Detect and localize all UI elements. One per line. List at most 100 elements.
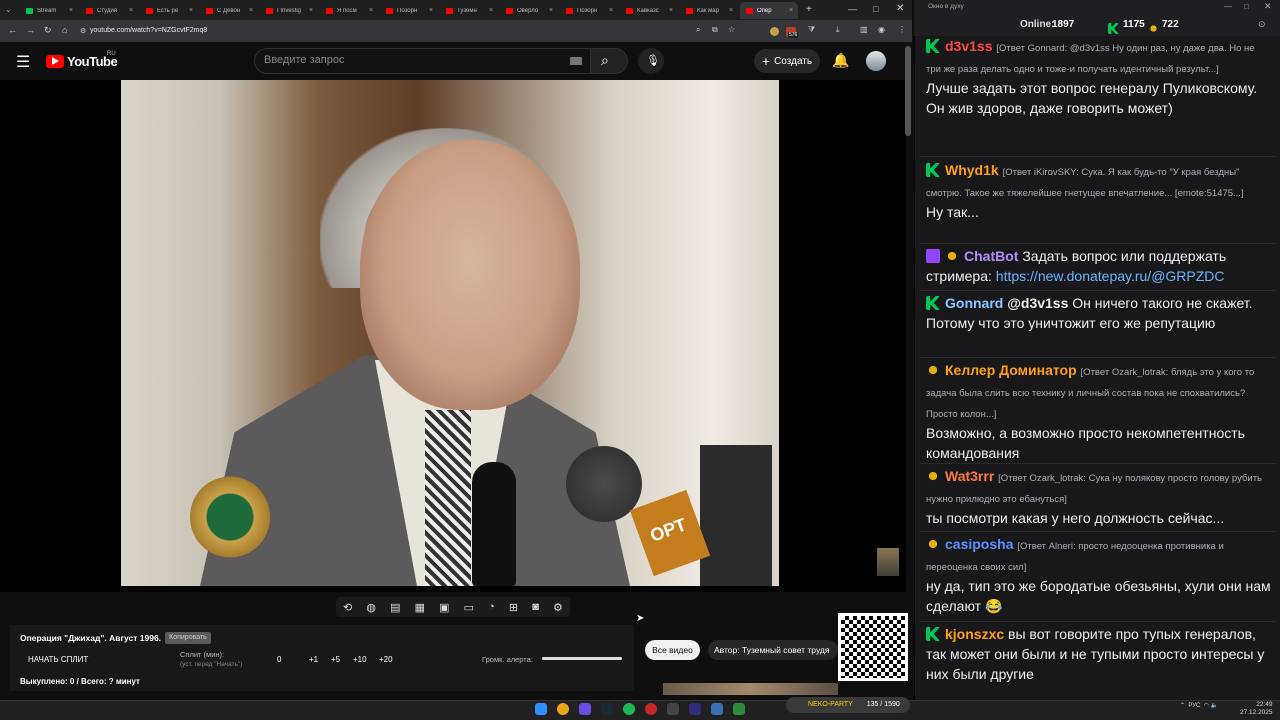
notifications-bell-icon[interactable]: 🔔: [832, 52, 849, 69]
tab-close-icon[interactable]: ×: [609, 7, 613, 14]
chat-username[interactable]: Gonnard: [945, 295, 1003, 311]
add-icon[interactable]: ⊞: [509, 601, 518, 614]
film-icon[interactable]: ▦: [415, 601, 425, 614]
related-thumbnail[interactable]: [663, 683, 838, 695]
create-button[interactable]: + Создать: [754, 49, 820, 73]
site-info-icon[interactable]: ⚙: [80, 27, 86, 35]
split-option-button[interactable]: +5: [331, 655, 340, 664]
tab-close-icon[interactable]: ×: [309, 7, 313, 14]
browser-tab[interactable]: Опер ×: [740, 2, 798, 19]
split-option-button[interactable]: +1: [309, 655, 318, 664]
chat-close-button[interactable]: ✕: [1264, 1, 1272, 12]
tab-close-icon[interactable]: ×: [489, 7, 493, 14]
download-icon[interactable]: ⤓: [836, 25, 840, 35]
browser-tab[interactable]: Туземн ×: [440, 2, 498, 19]
tab-close-icon[interactable]: ×: [429, 7, 433, 14]
close-window-button[interactable]: ✕: [896, 3, 904, 14]
extension-icon[interactable]: [770, 27, 779, 36]
start-icon[interactable]: [535, 703, 547, 715]
chat-username[interactable]: ChatBot: [964, 248, 1018, 264]
steam-icon[interactable]: [601, 703, 613, 715]
search-button[interactable]: [590, 48, 628, 74]
app-icon[interactable]: [667, 703, 679, 715]
start-split-button[interactable]: НАЧАТЬ СПЛИТ: [28, 655, 88, 664]
loop-icon[interactable]: ⟲: [343, 601, 352, 614]
pip-icon[interactable]: ▣: [439, 601, 449, 614]
back-icon[interactable]: ←: [8, 25, 17, 35]
tab-close-icon[interactable]: ×: [189, 7, 193, 14]
split-option-button[interactable]: 0: [277, 655, 281, 664]
chat-maximize-button[interactable]: □: [1244, 2, 1249, 11]
tab-search-icon[interactable]: ⌄: [5, 5, 12, 14]
chat-settings-icon[interactable]: ⊙: [1258, 19, 1266, 30]
browser-tab[interactable]: Есть ре ×: [140, 2, 198, 19]
mention[interactable]: @d3v1ss: [1007, 295, 1068, 311]
language-indicator[interactable]: РУС: [1188, 703, 1200, 709]
zoom-icon[interactable]: ⌕: [696, 25, 700, 35]
minimize-button[interactable]: —: [848, 4, 857, 14]
avatar[interactable]: [866, 51, 886, 71]
speed-icon[interactable]: ◔: [488, 601, 495, 613]
copy-button[interactable]: Копировать: [165, 632, 211, 644]
browser-tab[interactable]: I Investig ×: [260, 2, 318, 19]
maximize-button[interactable]: □: [873, 4, 878, 14]
chat-username[interactable]: Келлер Доминатор: [945, 362, 1077, 378]
tab-close-icon[interactable]: ×: [249, 7, 253, 14]
reload-icon[interactable]: ↻: [44, 25, 52, 36]
browser-tab[interactable]: Оверло ×: [500, 2, 558, 19]
browser-tab[interactable]: Я посм ×: [320, 2, 378, 19]
home-icon[interactable]: ⌂: [62, 25, 67, 35]
sidebar-icon[interactable]: ▥: [860, 25, 868, 34]
chat-username[interactable]: d3v1ss: [945, 38, 992, 54]
page-scrollbar[interactable]: [905, 46, 911, 136]
extensions-icon[interactable]: ⧩: [808, 25, 815, 35]
tab-close-icon[interactable]: ×: [729, 7, 733, 14]
menu-icon[interactable]: ⋮: [898, 25, 906, 34]
tray-arrow-icon[interactable]: ⌃: [1180, 703, 1185, 709]
browser-tab[interactable]: Stream ×: [20, 2, 78, 19]
tab-close-icon[interactable]: ×: [129, 7, 133, 14]
split-option-button[interactable]: +20: [379, 655, 393, 664]
hamburger-icon[interactable]: ☰: [16, 52, 30, 72]
chat-username[interactable]: Wat3rrr: [945, 468, 994, 484]
discord-icon[interactable]: [579, 703, 591, 715]
tab-close-icon[interactable]: ×: [789, 7, 793, 14]
wifi-icon[interactable]: ◠: [1204, 703, 1209, 709]
screenshot-icon[interactable]: ◙: [532, 601, 539, 613]
tab-close-icon[interactable]: ×: [369, 7, 373, 14]
neko-party-widget[interactable]: NEKO-PARTY 135 / 1590: [786, 697, 910, 713]
app-icon[interactable]: [733, 703, 745, 715]
browser-tab[interactable]: Студия ×: [80, 2, 138, 19]
browser-tab[interactable]: Как мар ×: [680, 2, 738, 19]
browser-tab[interactable]: Позорн ×: [380, 2, 438, 19]
author-chip[interactable]: Автор: Туземный совет трудя: [708, 640, 838, 660]
browser-tab[interactable]: Кавказс ×: [620, 2, 678, 19]
all-videos-chip[interactable]: Все видео: [645, 640, 700, 660]
chrome-icon[interactable]: [557, 703, 569, 715]
theater-icon[interactable]: ▭: [464, 601, 474, 614]
split-option-button[interactable]: +10: [353, 655, 367, 664]
video-thumbnail[interactable]: [877, 548, 899, 576]
new-tab-button[interactable]: +: [806, 4, 812, 15]
tab-close-icon[interactable]: ×: [669, 7, 673, 14]
keyboard-icon[interactable]: [570, 57, 582, 65]
profile-icon[interactable]: ◉: [878, 25, 885, 34]
spotify-icon[interactable]: [623, 703, 635, 715]
taskbar-clock[interactable]: 22:49 27.12.2025: [1240, 701, 1273, 717]
system-tray[interactable]: ⌃ РУС ◠ 🔈: [1180, 702, 1218, 709]
browser-tab[interactable]: С Девон ×: [200, 2, 258, 19]
chat-username[interactable]: casiposha: [945, 536, 1013, 552]
tab-close-icon[interactable]: ×: [549, 7, 553, 14]
chat-minimize-button[interactable]: —: [1224, 2, 1232, 11]
forward-icon[interactable]: →: [26, 25, 35, 35]
ambient-icon[interactable]: ▤: [390, 601, 400, 614]
settings-gear-icon[interactable]: ⚙: [553, 601, 563, 614]
app-icon[interactable]: [689, 703, 701, 715]
bookmark-icon[interactable]: ☆: [728, 25, 735, 34]
browser-tab[interactable]: Позорн ×: [560, 2, 618, 19]
obs-icon[interactable]: [645, 703, 657, 715]
chat-username[interactable]: kjonszxc: [945, 626, 1004, 642]
donate-link[interactable]: https://new.donatepay.ru/@GRPZDC: [996, 268, 1225, 284]
tab-close-icon[interactable]: ×: [69, 7, 73, 14]
volume-icon[interactable]: 🔈: [1211, 703, 1218, 709]
